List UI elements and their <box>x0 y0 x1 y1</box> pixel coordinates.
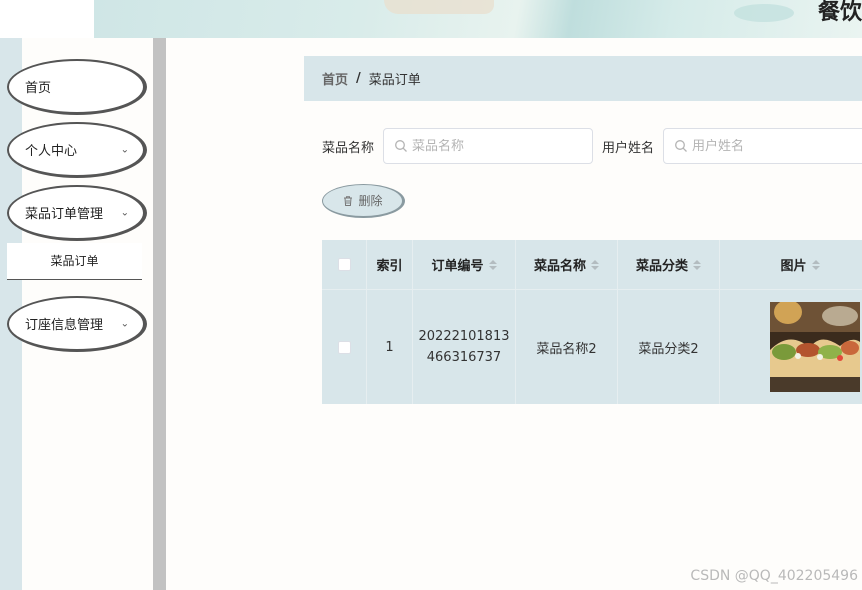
sidebar-item-label: 订座信息管理 <box>25 318 104 333</box>
breadcrumb-separator: / <box>356 71 361 86</box>
dish-name-label: 菜品名称 <box>322 141 375 156</box>
breadcrumb-current: 菜品订单 <box>368 73 421 88</box>
chevron-down-icon: ⌄ <box>120 144 129 155</box>
row-checkbox-cell <box>322 290 367 404</box>
sidebar-item-personal-center[interactable]: 个人中心 ⌄ <box>7 122 147 178</box>
table-row[interactable]: 1 20222101813 466316737 菜品名称2 菜品分类2 <box>322 290 862 404</box>
sidebar-divider <box>153 38 166 590</box>
site-title: 餐饮 <box>818 0 862 25</box>
sidebar-item-label: 首页 <box>25 81 52 96</box>
header-checkbox-cell <box>322 240 367 289</box>
dish-name-input[interactable] <box>412 138 572 154</box>
column-header-label: 图片 <box>780 259 807 274</box>
column-header-image[interactable]: 图片 <box>720 240 862 289</box>
column-header-order-no[interactable]: 订单编号 <box>413 240 516 289</box>
sidebar-item-seat-booking-management[interactable]: 订座信息管理 ⌄ <box>7 296 147 352</box>
header-banner-image <box>94 0 862 38</box>
top-header: 餐饮 <box>0 0 862 38</box>
select-all-checkbox[interactable] <box>337 258 351 271</box>
delete-button[interactable]: 删除 <box>322 184 405 218</box>
sort-icon[interactable] <box>693 259 701 270</box>
delete-button-label: 删除 <box>358 194 383 208</box>
order-no-line: 20222101813 <box>418 329 510 344</box>
dish-name-search-field[interactable] <box>383 128 593 164</box>
search-icon <box>675 140 687 152</box>
user-name-label: 用户姓名 <box>602 141 655 156</box>
breadcrumb-home[interactable]: 首页 <box>322 69 348 88</box>
sidebar-item-label: 个人中心 <box>25 144 78 159</box>
row-checkbox[interactable] <box>337 340 351 354</box>
trash-icon <box>344 195 353 206</box>
chevron-down-icon: ⌄ <box>120 207 129 218</box>
column-header-label: 索引 <box>376 259 403 274</box>
sidebar-subitem-dish-order[interactable]: 菜品订单 <box>7 243 142 280</box>
user-name-search-field[interactable] <box>663 128 862 164</box>
dish-image[interactable] <box>770 302 860 392</box>
sidebar-item-label: 菜品订单管理 <box>25 207 104 222</box>
dish-category-cell: 菜品分类2 <box>618 290 720 404</box>
column-header-dish-name[interactable]: 菜品名称 <box>516 240 618 289</box>
watermark: CSDN @QQ_402205496 <box>690 568 858 584</box>
dish-name-cell: 菜品名称2 <box>516 290 618 404</box>
table-header: 索引 订单编号 菜品名称 菜品分类 图片 <box>322 240 862 290</box>
chevron-down-icon: ⌄ <box>120 318 129 329</box>
orders-table: 索引 订单编号 菜品名称 菜品分类 图片 1 20222101813 466316… <box>322 240 862 404</box>
order-no-line: 466316737 <box>426 350 502 365</box>
sidebar-item-home[interactable]: 首页 <box>7 59 147 115</box>
column-header-index: 索引 <box>367 240 413 289</box>
column-header-label: 订单编号 <box>431 259 484 274</box>
sort-icon[interactable] <box>488 259 497 270</box>
search-icon <box>395 140 407 152</box>
order-no-cell: 20222101813 466316737 <box>413 290 516 404</box>
user-name-input[interactable] <box>692 138 852 154</box>
sidebar: 首页 个人中心 ⌄ 菜品订单管理 ⌄ 菜品订单 订座信息管理 ⌄ <box>0 38 153 590</box>
column-header-dish-category[interactable]: 菜品分类 <box>618 240 720 289</box>
image-cell <box>720 290 862 404</box>
sort-icon[interactable] <box>591 259 599 270</box>
column-header-label: 菜品名称 <box>533 259 586 274</box>
index-cell: 1 <box>367 290 413 404</box>
column-header-label: 菜品分类 <box>635 259 688 274</box>
sidebar-item-dish-order-management[interactable]: 菜品订单管理 ⌄ <box>7 185 147 241</box>
sort-icon[interactable] <box>811 259 820 270</box>
breadcrumb: 首页 / 菜品订单 <box>304 56 862 101</box>
